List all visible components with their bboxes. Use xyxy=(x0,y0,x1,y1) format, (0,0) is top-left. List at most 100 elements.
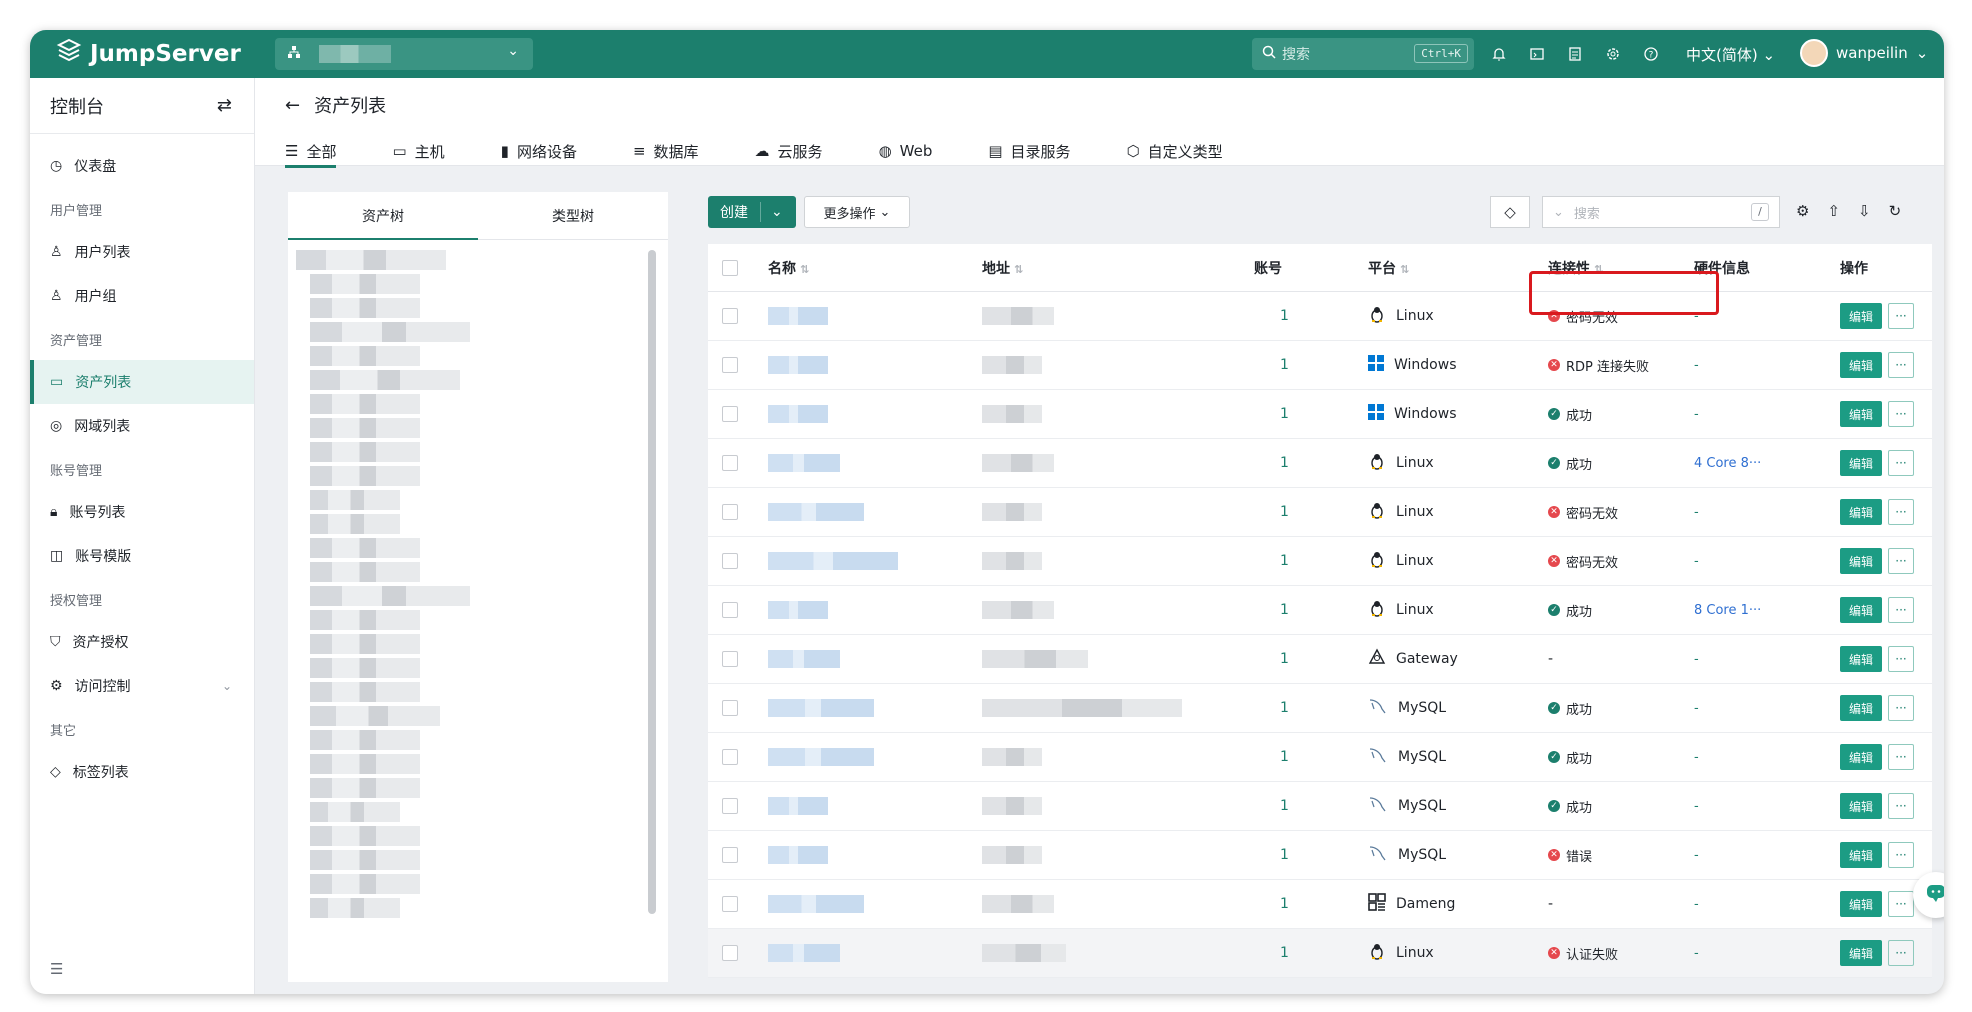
global-search-input[interactable]: 搜索 Ctrl+K xyxy=(1252,38,1474,70)
table-row[interactable]: 1 MySQL ✓ 成功 - 编辑 ··· xyxy=(708,684,1932,733)
tree-node-redacted[interactable] xyxy=(310,706,440,726)
more-icon[interactable]: ··· xyxy=(1888,450,1914,476)
asset-name-redacted[interactable] xyxy=(768,944,840,962)
asset-name-redacted[interactable] xyxy=(768,503,864,521)
sort-icon[interactable]: ⇅ xyxy=(1014,263,1023,276)
table-row[interactable]: 1 Linux ✕ 认证失败 - 编辑 ··· xyxy=(708,929,1932,978)
tree-node-redacted[interactable] xyxy=(310,658,420,678)
create-button[interactable]: 创建 ⌄ xyxy=(708,196,796,228)
edit-button[interactable]: 编辑 xyxy=(1840,891,1882,917)
tree-node-redacted[interactable] xyxy=(310,370,460,390)
hardware-info[interactable]: 8 Core 1··· xyxy=(1694,603,1761,618)
table-row[interactable]: 1 Windows ✕ RDP 连接失败 - 编辑 ··· xyxy=(708,341,1932,390)
table-row[interactable]: 1 MySQL ✕ 错误 - 编辑 ··· xyxy=(708,831,1932,880)
tree-node-redacted[interactable] xyxy=(310,418,420,438)
tab-type-tree[interactable]: 类型树 xyxy=(478,192,668,239)
tree-node-redacted[interactable] xyxy=(310,778,420,798)
row-checkbox[interactable] xyxy=(722,504,738,520)
tab-web[interactable]: ◍ Web xyxy=(879,136,933,166)
more-icon[interactable]: ··· xyxy=(1888,891,1914,917)
help-icon[interactable]: ? xyxy=(1642,45,1660,63)
row-checkbox[interactable] xyxy=(722,945,738,961)
table-search-input[interactable]: ⌄ 搜索 / xyxy=(1542,196,1780,228)
tab-custom[interactable]: ⬡ 自定义类型 xyxy=(1127,136,1223,166)
more-icon[interactable]: ··· xyxy=(1888,352,1914,378)
more-icon[interactable]: ··· xyxy=(1888,744,1914,770)
tab-network-device[interactable]: ▮ 网络设备 xyxy=(501,136,577,166)
edit-button[interactable]: 编辑 xyxy=(1840,793,1882,819)
account-count[interactable]: 1 xyxy=(1254,406,1368,422)
table-row[interactable]: 1 MySQL ✓ 成功 - 编辑 ··· xyxy=(708,782,1932,831)
edit-button[interactable]: 编辑 xyxy=(1840,842,1882,868)
tag-filter-button[interactable]: ◇ xyxy=(1490,196,1530,228)
table-row[interactable]: 1 MySQL ✓ 成功 - 编辑 ··· xyxy=(708,733,1932,782)
tab-asset-tree[interactable]: 资产树 xyxy=(288,192,478,240)
sort-icon[interactable]: ⇅ xyxy=(1400,263,1409,276)
edit-button[interactable]: 编辑 xyxy=(1840,352,1882,378)
tree-node-redacted[interactable] xyxy=(310,874,420,894)
asset-name-redacted[interactable] xyxy=(768,895,864,913)
row-checkbox[interactable] xyxy=(722,700,738,716)
tree-node-redacted[interactable] xyxy=(310,274,420,294)
sidebar-item-asset-list[interactable]: ▭ 资产列表 xyxy=(30,360,254,404)
tree-node-redacted[interactable] xyxy=(310,802,400,822)
table-row[interactable]: 1 Gateway - - 编辑 ··· xyxy=(708,635,1932,684)
more-icon[interactable]: ··· xyxy=(1888,303,1914,329)
row-checkbox[interactable] xyxy=(722,308,738,324)
upload-icon[interactable]: ⇧ xyxy=(1827,202,1840,220)
edit-button[interactable]: 编辑 xyxy=(1840,401,1882,427)
edit-button[interactable]: 编辑 xyxy=(1840,597,1882,623)
asset-name-redacted[interactable] xyxy=(768,356,828,374)
row-checkbox[interactable] xyxy=(722,602,738,618)
tree-node-redacted[interactable] xyxy=(310,442,420,462)
download-icon[interactable]: ⇩ xyxy=(1858,202,1871,220)
asset-name-redacted[interactable] xyxy=(768,552,898,570)
select-all-checkbox[interactable] xyxy=(722,259,738,276)
row-checkbox[interactable] xyxy=(722,896,738,912)
logo[interactable]: JumpServer xyxy=(56,38,241,70)
account-count[interactable]: 1 xyxy=(1254,602,1368,618)
tree-node-redacted[interactable] xyxy=(310,850,420,870)
sidebar-item-account-list[interactable]: 🔒︎ 账号列表 xyxy=(30,490,254,534)
table-row[interactable]: 1 Windows ✓ 成功 - 编辑 ··· xyxy=(708,390,1932,439)
bell-icon[interactable] xyxy=(1490,45,1508,63)
header-name[interactable]: 名称 ⇅ xyxy=(768,258,982,278)
sidebar-item-label-list[interactable]: ◇ 标签列表 xyxy=(30,750,254,794)
row-checkbox[interactable] xyxy=(722,357,738,373)
switch-view-icon[interactable]: ⇄ xyxy=(217,95,232,116)
tree-node-redacted[interactable] xyxy=(310,322,470,342)
clipboard-icon[interactable] xyxy=(1566,45,1584,63)
sidebar-item-user-list[interactable]: ♙ 用户列表 xyxy=(30,230,254,274)
tab-database[interactable]: ≡ 数据库 xyxy=(633,136,699,166)
more-icon[interactable]: ··· xyxy=(1888,842,1914,868)
table-row[interactable]: 1 Linux ✕ 密码无效 - 编辑 ··· xyxy=(708,292,1932,341)
row-checkbox[interactable] xyxy=(722,847,738,863)
row-checkbox[interactable] xyxy=(722,455,738,471)
sort-icon[interactable]: ⇅ xyxy=(800,263,809,276)
sidebar-item-domain-list[interactable]: ◎ 网域列表 xyxy=(30,404,254,448)
row-checkbox[interactable] xyxy=(722,651,738,667)
asset-name-redacted[interactable] xyxy=(768,846,828,864)
account-count[interactable]: 1 xyxy=(1254,896,1368,912)
language-select[interactable]: 中文(简体) ⌄ xyxy=(1686,44,1775,65)
more-icon[interactable]: ··· xyxy=(1888,499,1914,525)
account-count[interactable]: 1 xyxy=(1254,749,1368,765)
asset-name-redacted[interactable] xyxy=(768,748,874,766)
more-icon[interactable]: ··· xyxy=(1888,793,1914,819)
tab-cloud[interactable]: ☁ 云服务 xyxy=(755,136,823,166)
account-count[interactable]: 1 xyxy=(1254,651,1368,667)
asset-name-redacted[interactable] xyxy=(768,650,840,668)
tree-node-redacted[interactable] xyxy=(310,754,420,774)
tree-node-redacted[interactable] xyxy=(310,394,420,414)
tab-host[interactable]: ▭ 主机 xyxy=(392,136,444,166)
user-menu[interactable]: wanpeilin ⌄ xyxy=(1800,39,1928,67)
tab-all[interactable]: ☰ 全部 xyxy=(285,136,337,168)
more-icon[interactable]: ··· xyxy=(1888,646,1914,672)
asset-name-redacted[interactable] xyxy=(768,454,840,472)
table-row[interactable]: 1 Dameng - - 编辑 ··· xyxy=(708,880,1932,929)
account-count[interactable]: 1 xyxy=(1254,504,1368,520)
sidebar-item-account-template[interactable]: ◫ 账号模版 xyxy=(30,534,254,578)
edit-button[interactable]: 编辑 xyxy=(1840,695,1882,721)
more-icon[interactable]: ··· xyxy=(1888,695,1914,721)
back-arrow-icon[interactable]: ← xyxy=(285,95,300,116)
